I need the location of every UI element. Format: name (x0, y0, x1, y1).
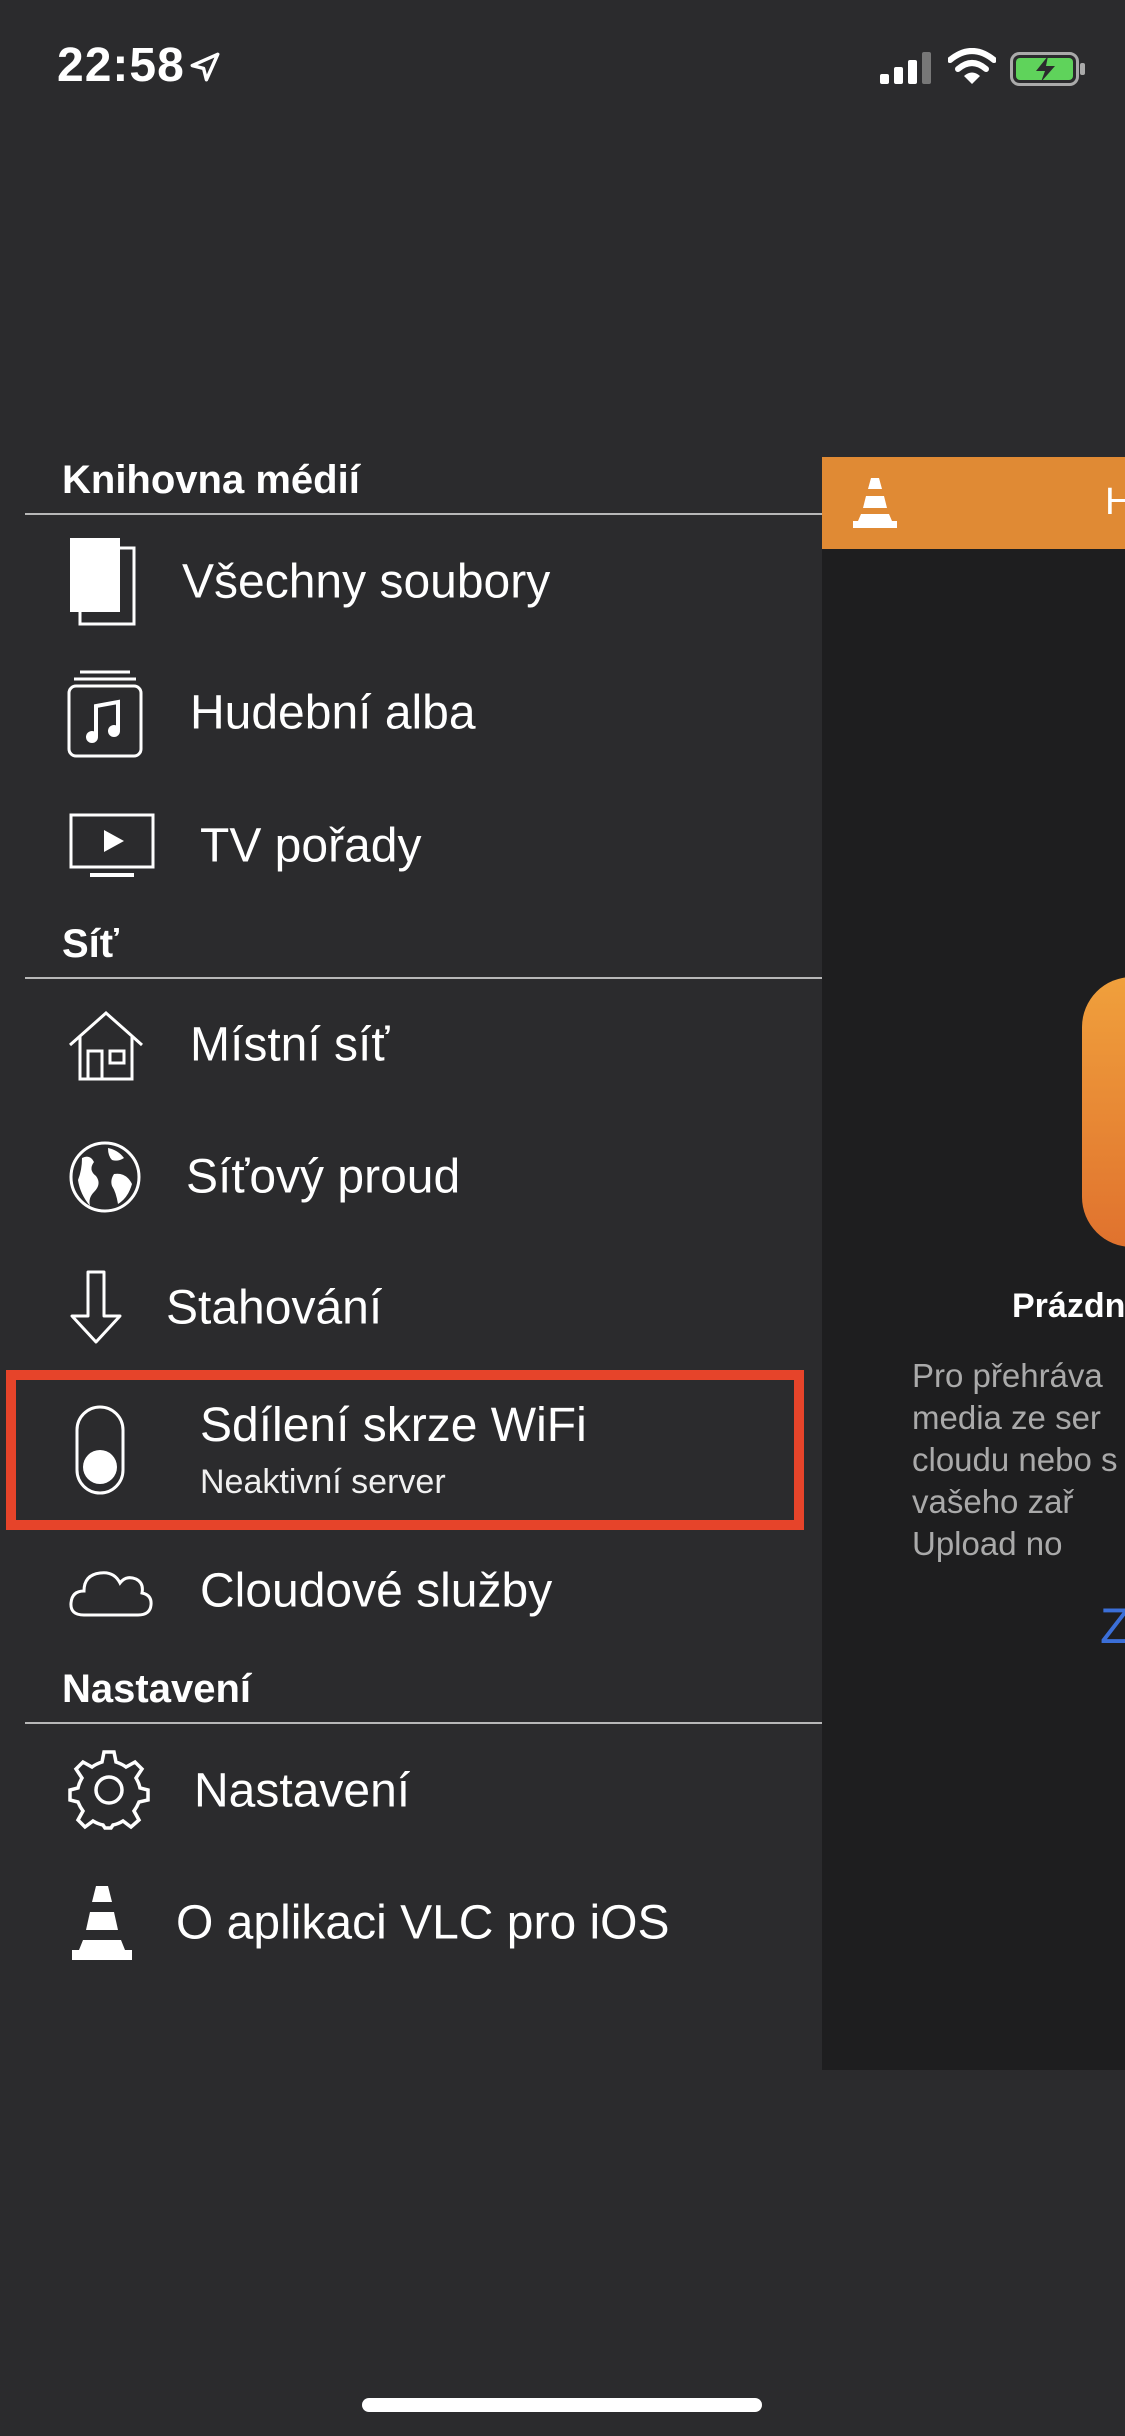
music-album-icon (67, 670, 143, 758)
menu-item-label: Cloudové služby (200, 1564, 553, 1618)
divider (25, 1722, 822, 1724)
menu-item-network-stream[interactable]: Síťový proud (0, 1112, 822, 1242)
menu-item-downloads[interactable]: Stahování (0, 1243, 822, 1373)
cloud-icon (69, 1571, 153, 1617)
empty-state-title: Prázdn (1012, 1287, 1125, 1325)
section-header-network: Síť (62, 922, 119, 966)
menu-item-label: Stahování (166, 1281, 383, 1335)
home-indicator[interactable] (362, 2398, 762, 2412)
menu-item-music-albums[interactable]: Hudební alba (0, 648, 822, 778)
vlc-cone-icon (72, 1886, 132, 1960)
wifi-icon (948, 48, 996, 84)
battery-charging-icon (1010, 52, 1085, 86)
menu-item-tv-shows[interactable]: TV pořady (0, 781, 822, 911)
menu-item-label: Síťový proud (186, 1150, 461, 1204)
side-menu: Knihovna médií Všechny soubory Hudební a… (0, 0, 822, 2436)
document-icon (70, 538, 136, 626)
main-content-panel[interactable]: H Prázdn Pro přehráva media ze ser cloud… (822, 457, 1125, 2070)
divider (25, 513, 822, 515)
nav-title: H (1105, 481, 1125, 523)
download-arrow-icon (70, 1270, 122, 1344)
highlight-box (6, 1370, 804, 1530)
empty-state-description: Pro přehráva media ze ser cloudu nebo s … (912, 1357, 1118, 1562)
menu-item-cloud-services[interactable]: Cloudové služby (0, 1526, 822, 1656)
menu-item-label: Nastavení (194, 1764, 411, 1818)
menu-item-label: Místní síť (190, 1018, 390, 1072)
house-icon (69, 1010, 143, 1081)
cellular-signal-icon (880, 52, 931, 84)
vlc-app-icon (1082, 977, 1125, 1247)
menu-item-label: Všechny soubory (182, 555, 551, 609)
gear-icon (68, 1750, 150, 1830)
globe-icon (69, 1141, 141, 1213)
menu-item-label: TV pořady (200, 819, 422, 873)
tv-icon (69, 813, 155, 877)
navigation-bar: H (822, 457, 1125, 549)
divider (25, 977, 822, 979)
menu-item-label: Hudební alba (190, 686, 476, 740)
menu-item-label: O aplikaci VLC pro iOS (176, 1896, 670, 1950)
section-header-settings: Nastavení (62, 1667, 251, 1711)
section-header-media-library: Knihovna médií (62, 458, 360, 502)
menu-item-all-files[interactable]: Všechny soubory (0, 517, 822, 647)
menu-item-settings[interactable]: Nastavení (0, 1726, 822, 1856)
vlc-menu-button-icon[interactable] (852, 477, 898, 529)
empty-state-link[interactable]: Z (1100, 1597, 1125, 1655)
menu-item-local-network[interactable]: Místní síť (0, 980, 822, 1110)
menu-item-about[interactable]: O aplikaci VLC pro iOS (0, 1858, 822, 1988)
